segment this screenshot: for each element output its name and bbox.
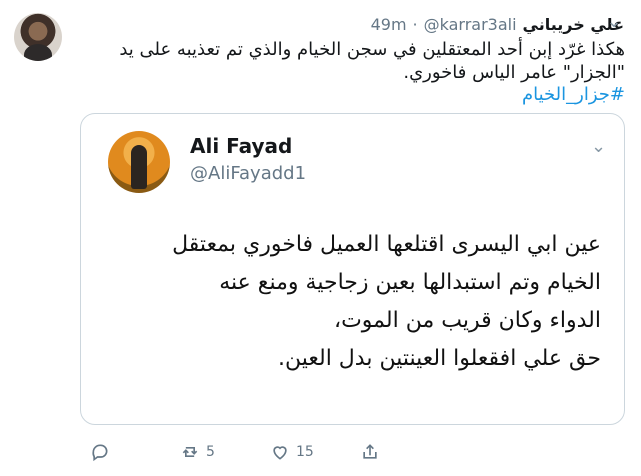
quoted-tweet-text: عين ابي اليسرى اقتلعها العميل فاخوري بمع… [101, 226, 601, 378]
hashtag-link[interactable]: #جزار_الخيام [80, 84, 625, 105]
reply-button[interactable] [88, 440, 134, 464]
quoted-author-handle[interactable]: @AliFayadd1 [190, 163, 306, 184]
tweet-text: هكذا غرّد إبن أحد المعتقلين في سجن الخيا… [119, 39, 625, 83]
share-button[interactable] [358, 440, 382, 464]
quoted-author-name[interactable]: Ali Fayad [190, 134, 292, 158]
chevron-down-icon[interactable]: ⌄ [591, 138, 609, 156]
author-avatar[interactable] [14, 13, 62, 61]
reply-icon [88, 440, 112, 464]
chevron-down-icon[interactable]: ⌄ [606, 13, 622, 31]
tweet-header: علي خريباني @karrar3ali · 49m [82, 12, 624, 36]
retweet-count: 5 [206, 444, 215, 460]
like-count: 15 [296, 444, 314, 460]
retweet-icon [178, 440, 202, 464]
tweet-timestamp[interactable]: 49m [371, 15, 407, 34]
heart-icon [268, 440, 292, 464]
quoted-line: الخيام وتم استبدالها بعين زجاجية ومنع عن… [219, 270, 601, 295]
quoted-tweet[interactable]: Ali Fayad @AliFayadd1 ⌄ عين ابي اليسرى ا… [80, 113, 625, 425]
separator-dot: · [412, 14, 418, 34]
like-button[interactable]: 15 [268, 440, 314, 464]
quoted-line: الدواء وكان قريب من الموت، [334, 308, 601, 333]
tweet-actions: 5 15 [88, 440, 498, 464]
quoted-author-avatar[interactable] [108, 131, 170, 193]
share-icon [358, 440, 382, 464]
quoted-line: عين ابي اليسرى اقتلعها العميل فاخوري بمع… [172, 232, 601, 257]
quoted-line: حق علي افقعلوا العينتين بدل العين. [278, 346, 601, 371]
author-handle[interactable]: @karrar3ali [424, 15, 517, 34]
retweet-button[interactable]: 5 [178, 440, 224, 464]
